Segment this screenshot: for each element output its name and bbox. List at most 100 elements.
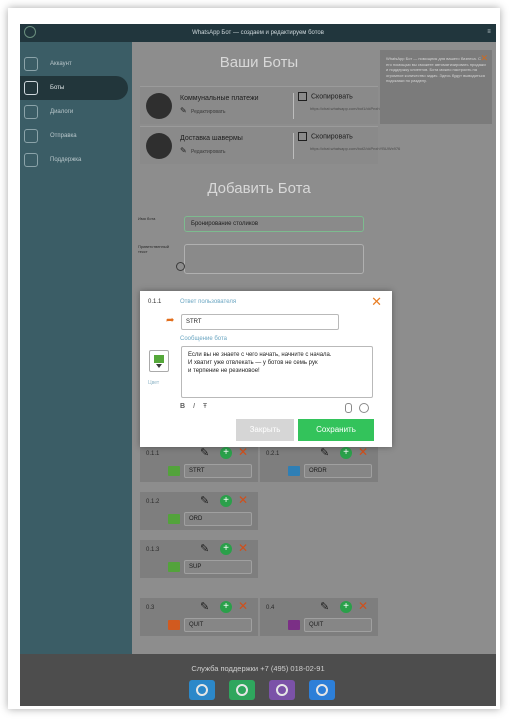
node-command[interactable]: ORDR — [304, 464, 372, 478]
add-icon[interactable]: + — [340, 601, 352, 613]
sidebar: Аккаунт Боты Диалоги Отправка Поддержка — [20, 42, 132, 654]
node-number: 0.3 — [146, 605, 155, 611]
edit-bot-button[interactable]: ✎ Редактировать — [180, 147, 226, 156]
format-toolbar: B I Ŧ — [180, 403, 213, 410]
color-marker — [288, 466, 300, 476]
bots-title: Ваши Боты — [219, 54, 299, 71]
smile-icon[interactable] — [176, 262, 185, 271]
bot-card: Доставка шавермы ✎ Редактировать Скопиров… — [140, 126, 401, 164]
node-command[interactable]: QUIT — [304, 618, 372, 632]
sidebar-item-label: Поддержка — [50, 157, 82, 163]
message-textarea[interactable]: Если вы не знаете с чего начать, начните… — [181, 346, 373, 398]
app-title: WhatsApp Бот — создаем и редактируем бот… — [192, 30, 324, 36]
node-card: 0.3 ✎ + ✕ QUIT — [140, 598, 258, 636]
sidebar-item-bots[interactable]: Боты — [20, 76, 128, 100]
sidebar-item-account[interactable]: Аккаунт — [20, 52, 128, 76]
add-icon[interactable]: + — [220, 495, 232, 507]
node-actions: ✎ + ✕ — [320, 600, 372, 615]
chevron-down-icon — [156, 364, 162, 368]
pencil-icon[interactable]: ✎ — [200, 601, 212, 613]
node-command[interactable]: SUP — [184, 560, 252, 574]
divider — [293, 93, 294, 119]
sidebar-item-label: Боты — [50, 85, 65, 91]
add-icon[interactable]: + — [220, 543, 232, 555]
sidebar-item-broadcast[interactable]: Отправка — [20, 124, 128, 148]
answer-label: Ответ пользователя — [180, 299, 237, 305]
close-icon[interactable]: ✕ — [238, 542, 250, 554]
close-icon[interactable]: ✕ — [371, 295, 382, 308]
answer-input[interactable]: STRT — [181, 314, 339, 330]
copy-link-button[interactable]: Скопировать — [298, 92, 353, 101]
close-icon[interactable]: ✕ — [358, 600, 370, 612]
close-button[interactable]: Закрыть — [236, 419, 294, 441]
copy-icon — [298, 92, 307, 101]
whatsapp-icon[interactable] — [229, 680, 255, 700]
telegram-icon[interactable] — [189, 680, 215, 700]
node-actions: ✎ + ✕ — [200, 446, 252, 461]
user-icon — [24, 57, 38, 71]
divider — [293, 133, 294, 159]
node-card: 0.1.3 ✎ + ✕ SUP — [140, 540, 258, 578]
attach-icon[interactable] — [345, 403, 352, 413]
pencil-icon[interactable]: ✎ — [320, 601, 332, 613]
node-command[interactable]: ORD — [184, 512, 252, 526]
italic-button[interactable]: I — [193, 403, 195, 410]
copy-icon — [298, 132, 307, 141]
node-actions: ✎ + ✕ — [200, 600, 252, 615]
viber-icon[interactable] — [269, 680, 295, 700]
pencil-icon[interactable]: ✎ — [200, 543, 212, 555]
color-picker[interactable] — [149, 350, 169, 372]
sidebar-item-label: Отправка — [50, 133, 77, 139]
bot-url: https://chat.whatsapp.com/bot2/ckPnxhYBU… — [310, 146, 401, 151]
broadcast-icon — [24, 129, 38, 143]
strike-button[interactable]: Ŧ — [203, 403, 207, 410]
node-command[interactable]: STRT — [184, 464, 252, 478]
close-icon[interactable]: ✕ — [358, 446, 370, 458]
pencil-icon[interactable]: ✎ — [200, 447, 212, 459]
bot-name-label: Имя бота — [138, 216, 156, 221]
color-marker — [168, 466, 180, 476]
messenger-icon[interactable] — [309, 680, 335, 700]
add-icon[interactable]: + — [220, 601, 232, 613]
sidebar-item-dialogs[interactable]: Диалоги — [20, 100, 128, 124]
avatar — [146, 133, 172, 159]
sidebar-item-support[interactable]: Поддержка — [20, 148, 128, 172]
bold-button[interactable]: B — [180, 403, 185, 410]
close-icon[interactable]: ✕ — [238, 446, 250, 458]
message-label: Сообщение бота — [180, 336, 227, 342]
pencil-icon[interactable]: ✎ — [200, 495, 212, 507]
color-marker — [168, 514, 180, 524]
close-icon[interactable]: ✕ — [238, 600, 250, 612]
bot-card: Коммунальные платежи ✎ Редактировать Скоп… — [140, 86, 400, 124]
menu-icon[interactable]: ≡ — [486, 29, 492, 35]
close-icon[interactable]: ✕ — [480, 54, 488, 63]
node-command[interactable]: QUIT — [184, 618, 252, 632]
support-phone: Служба поддержки +7 (495) 018-02-91 — [191, 664, 325, 673]
pencil-icon[interactable]: ✎ — [320, 447, 332, 459]
footer: Служба поддержки +7 (495) 018-02-91 — [20, 654, 496, 706]
add-icon[interactable]: + — [340, 447, 352, 459]
color-marker — [168, 562, 180, 572]
edit-bot-button[interactable]: ✎ Редактировать — [180, 106, 226, 116]
node-card: 0.4 ✎ + ✕ QUIT — [260, 598, 378, 636]
smile-icon[interactable] — [359, 403, 369, 413]
whatsapp-logo-icon — [24, 26, 36, 38]
add-icon[interactable]: + — [220, 447, 232, 459]
message-line: И хватит уже отвлекать — у ботов не семь… — [188, 360, 318, 366]
greeting-input[interactable] — [184, 244, 364, 274]
color-label: Цвет — [148, 380, 160, 386]
chat-icon — [24, 105, 38, 119]
bot-name-input[interactable]: Бронирование столиков — [184, 216, 364, 232]
save-button[interactable]: Сохранить — [298, 419, 374, 441]
add-bot-title: Добавить Бота — [207, 180, 311, 197]
app-header: WhatsApp Бот — создаем и редактируем бот… — [20, 24, 496, 42]
node-actions: ✎ + ✕ — [200, 542, 252, 557]
sidebar-item-label: Аккаунт — [50, 61, 72, 67]
pencil-icon: ✎ — [180, 106, 187, 115]
avatar — [146, 93, 172, 119]
copy-link-button[interactable]: Скопировать — [298, 132, 353, 141]
close-icon[interactable]: ✕ — [238, 494, 250, 506]
message-line: Если вы не знаете с чего начать, начните… — [188, 352, 332, 358]
node-card: 0.1.2 ✎ + ✕ ORD — [140, 492, 258, 530]
help-tooltip: ✕ WhatsApp Бот — помощник для вашего биз… — [380, 50, 492, 124]
